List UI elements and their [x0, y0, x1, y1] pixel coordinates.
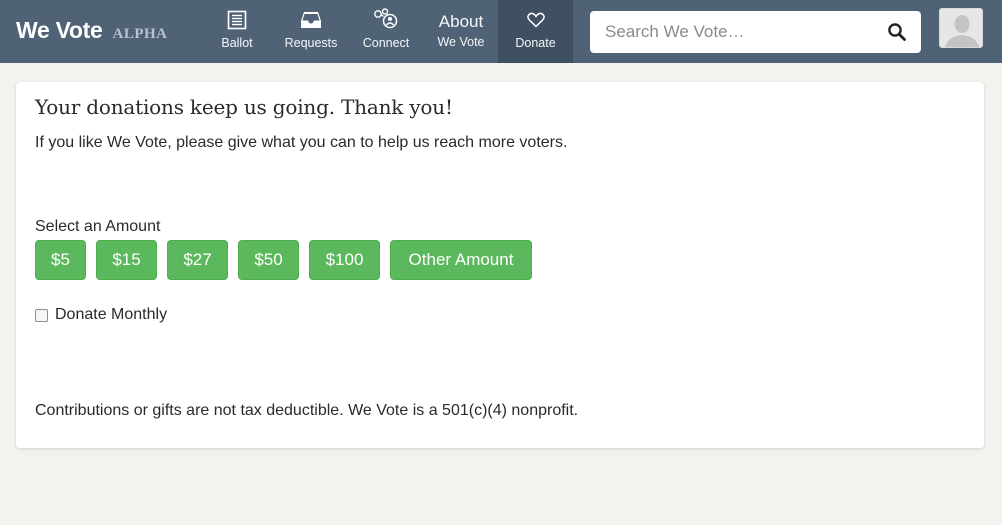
tax-disclaimer: Contributions or gifts are not tax deduc… [35, 402, 579, 419]
nav-ballot[interactable]: Ballot [218, 0, 256, 63]
page-title: Your donations keep us going. Thank you! [35, 95, 453, 119]
page-subtitle: If you like We Vote, please give what yo… [35, 134, 568, 151]
amount-5-button[interactable]: $5 [35, 240, 86, 280]
amount-button-group: $5 $15 $27 $50 $100 Other Amount [35, 240, 532, 280]
brand-logo[interactable]: We Vote ALPHA [16, 17, 168, 44]
nav-about-label: About [438, 12, 484, 31]
nav-about-sublabel: We Vote [437, 35, 485, 49]
heart-outline-icon [526, 8, 545, 32]
donate-monthly-option[interactable]: Donate Monthly [35, 306, 167, 324]
inbox-tray-icon [300, 8, 322, 32]
nav-donate[interactable]: Donate [498, 0, 573, 63]
donate-monthly-label[interactable]: Donate Monthly [55, 306, 167, 324]
nav-connect-label: Connect [362, 36, 410, 50]
other-amount-button[interactable]: Other Amount [390, 240, 532, 280]
avatar[interactable] [939, 8, 983, 48]
user-silhouette-icon [944, 15, 980, 47]
nav-requests-label: Requests [284, 36, 338, 50]
people-network-icon [373, 8, 399, 32]
ballot-list-icon [227, 8, 247, 32]
brand-name[interactable]: We Vote [16, 17, 103, 44]
top-nav-bar: We Vote ALPHA Ballot Requests Connect Ab… [0, 0, 1002, 63]
amount-50-button[interactable]: $50 [238, 240, 299, 280]
nav-about[interactable]: About We Vote [433, 0, 489, 63]
brand-alpha-tag: ALPHA [112, 26, 168, 42]
donation-card: Your donations keep us going. Thank you!… [16, 82, 984, 448]
nav-requests[interactable]: Requests [282, 0, 340, 63]
magnifier-icon[interactable] [887, 22, 907, 47]
donate-monthly-checkbox[interactable] [35, 308, 48, 322]
nav-ballot-label: Ballot [221, 36, 253, 50]
amount-27-button[interactable]: $27 [167, 240, 228, 280]
amount-100-button[interactable]: $100 [309, 240, 380, 280]
amount-15-button[interactable]: $15 [96, 240, 157, 280]
nav-connect[interactable]: Connect [359, 0, 413, 63]
search-input[interactable] [590, 11, 880, 53]
search-box[interactable] [590, 11, 921, 53]
nav-donate-label: Donate [515, 36, 556, 50]
amount-label: Select an Amount [35, 218, 161, 235]
